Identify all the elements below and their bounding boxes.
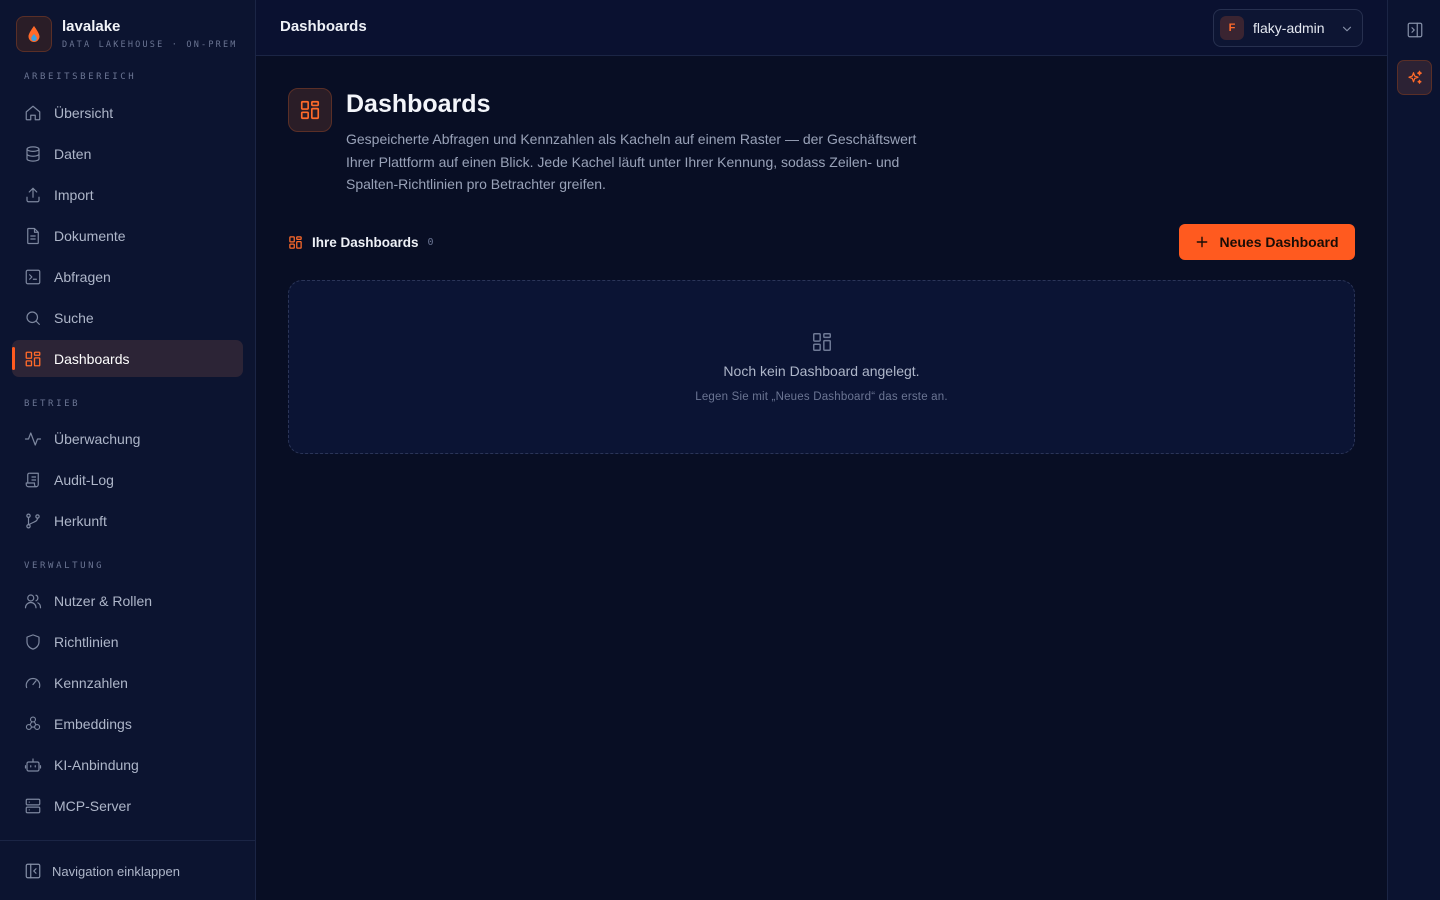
section-title-verwaltung: VERWALTUNG — [24, 561, 105, 571]
dashboard-grid-icon — [288, 88, 332, 132]
sidebar-item-import[interactable]: Import — [12, 176, 243, 213]
new-dashboard-button[interactable]: Neues Dashboard — [1179, 224, 1355, 260]
sidebar-item-label: Embeddings — [54, 715, 132, 732]
sidebar-item-label: Nutzer & Rollen — [54, 592, 153, 609]
sidebar-item-label: Audit-Log — [54, 471, 114, 488]
sidebar-item-ki-anbindung[interactable]: KI-Anbindung — [12, 746, 243, 783]
section-title-betrieb: BETRIEB — [24, 399, 81, 409]
dashboard-grid-icon — [24, 350, 42, 368]
sidebar-footer: Navigation einklappen — [0, 840, 255, 900]
gauge-icon — [24, 674, 42, 692]
sidebar-item-label: Richtlinien — [54, 633, 119, 650]
sidebar-item-nutzer-rollen[interactable]: Nutzer & Rollen — [12, 582, 243, 619]
sidebar-item-label: Herkunft — [54, 512, 107, 529]
empty-state-title: Noch kein Dashboard angelegt. — [723, 363, 920, 379]
sidebar-item-label: Daten — [54, 145, 92, 162]
user-menu-button[interactable]: F flaky-admin — [1213, 9, 1363, 47]
sidebar-item-label: Kennzahlen — [54, 674, 128, 691]
sidebar: lavalake DATA LAKEHOUSE · ON-PREM ARBEIT… — [0, 0, 256, 900]
sidebar-item-herkunft[interactable]: Herkunft — [12, 502, 243, 539]
empty-state-card: Noch kein Dashboard angelegt. Legen Sie … — [288, 280, 1355, 454]
section-title-arbeitsbereich: ARBEITSBEREICH — [24, 72, 137, 82]
sidebar-item-label: Suche — [54, 309, 94, 326]
activity-icon — [24, 430, 42, 448]
sidebar-item-kennzahlen[interactable]: Kennzahlen — [12, 664, 243, 701]
sidebar-item-daten[interactable]: Daten — [12, 135, 243, 172]
panel-left-collapse-icon — [24, 862, 42, 880]
dashboard-count: 0 — [427, 236, 434, 248]
toggle-panel-button[interactable] — [1397, 12, 1432, 47]
brand-subtitle: DATA LAKEHOUSE · ON-PREM — [62, 40, 238, 50]
database-icon — [24, 145, 42, 163]
sidebar-item-label: Übersicht — [54, 104, 114, 121]
sidebar-item-more[interactable] — [12, 828, 243, 840]
sidebar-item-audit-log[interactable]: Audit-Log — [12, 461, 243, 498]
panel-right-icon — [1406, 21, 1424, 39]
sidebar-item-label: Dokumente — [54, 227, 126, 244]
sidebar-item-label: Dashboards — [54, 350, 130, 367]
new-dashboard-label: Neues Dashboard — [1219, 234, 1339, 250]
brand[interactable]: lavalake DATA LAKEHOUSE · ON-PREM — [16, 16, 252, 56]
shield-icon — [24, 633, 42, 651]
user-name: flaky-admin — [1253, 20, 1325, 36]
sidebar-item-uebersicht[interactable]: Übersicht — [12, 94, 243, 131]
breadcrumb-title: Dashboards — [280, 18, 367, 35]
sidebar-item-dokumente[interactable]: Dokumente — [12, 217, 243, 254]
collapse-navigation-button[interactable]: Navigation einklappen — [12, 853, 243, 889]
sparkles-icon — [1406, 69, 1424, 87]
search-icon — [24, 309, 42, 327]
terminal-icon — [24, 268, 42, 286]
sidebar-item-richtlinien[interactable]: Richtlinien — [12, 623, 243, 660]
server-icon — [24, 797, 42, 815]
sidebar-item-mcp-server[interactable]: MCP-Server — [12, 787, 243, 824]
users-icon — [24, 592, 42, 610]
collapse-navigation-label: Navigation einklappen — [52, 863, 180, 879]
avatar: F — [1220, 16, 1244, 40]
plus-icon — [1195, 235, 1209, 249]
upload-icon — [24, 186, 42, 204]
lava-drop-logo-icon — [16, 16, 52, 52]
sidebar-item-abfragen[interactable]: Abfragen — [12, 258, 243, 295]
git-branch-icon — [24, 512, 42, 530]
top-bar: Dashboards F flaky-admin — [256, 0, 1387, 56]
scroll-icon — [24, 471, 42, 489]
sidebar-item-label: Abfragen — [54, 268, 111, 285]
dashboard-grid-icon — [288, 235, 303, 250]
brand-name: lavalake — [62, 18, 121, 35]
empty-state-hint: Legen Sie mit „Neues Dashboard“ das erst… — [695, 391, 948, 403]
sidebar-nav: lavalake DATA LAKEHOUSE · ON-PREM ARBEIT… — [0, 0, 255, 840]
sidebar-item-label: KI-Anbindung — [54, 756, 139, 773]
section-label: Ihre Dashboards — [312, 234, 419, 250]
dashboards-section-header: Ihre Dashboards 0 — [288, 233, 434, 251]
bot-icon — [24, 756, 42, 774]
ai-assistant-button[interactable] — [1397, 60, 1432, 95]
sidebar-item-suche[interactable]: Suche — [12, 299, 243, 336]
sidebar-item-dashboards[interactable]: Dashboards — [12, 340, 243, 377]
home-icon — [24, 104, 42, 122]
cubes-icon — [24, 715, 42, 733]
sidebar-item-embeddings[interactable]: Embeddings — [12, 705, 243, 742]
document-icon — [24, 227, 42, 245]
sidebar-item-label: Überwachung — [54, 430, 141, 447]
page-description: Gespeicherte Abfragen und Kennzahlen als… — [346, 131, 917, 192]
right-rail — [1387, 0, 1440, 900]
page-title: Dashboards — [346, 90, 491, 118]
sidebar-item-ueberwachung[interactable]: Überwachung — [12, 420, 243, 457]
sidebar-item-label: MCP-Server — [54, 797, 132, 814]
sidebar-item-label: Import — [54, 186, 94, 203]
dashboard-grid-icon — [811, 331, 833, 353]
chevron-down-icon — [1340, 22, 1354, 36]
